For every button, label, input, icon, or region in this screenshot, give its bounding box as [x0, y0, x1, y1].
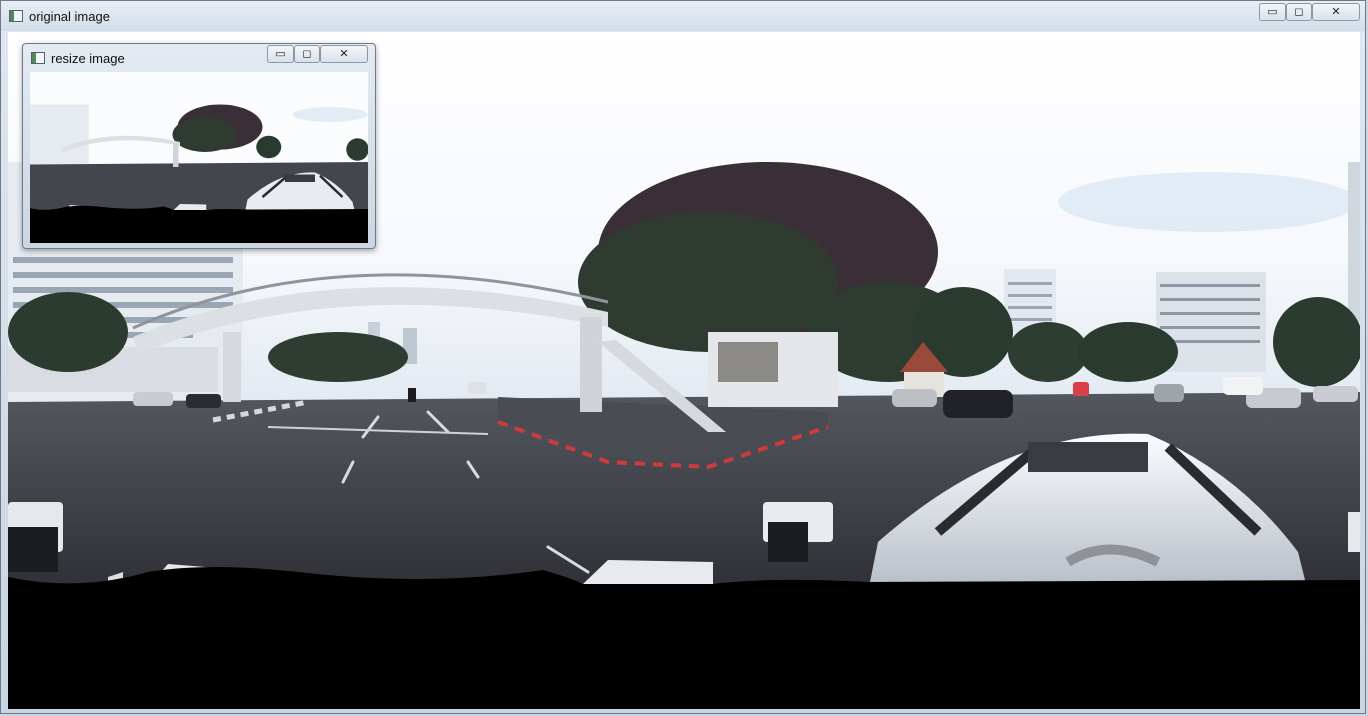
- minimize-icon: ▭: [275, 48, 286, 60]
- child-window-title: resize image: [51, 51, 125, 66]
- minimize-button[interactable]: ▭: [1259, 3, 1286, 21]
- restore-icon: ◻: [302, 48, 312, 60]
- resize-image-window: resize image ▭ ◻ ✕: [22, 43, 376, 249]
- window-app-icon: [9, 10, 23, 22]
- close-button[interactable]: ✕: [1312, 3, 1360, 21]
- child-minimize-button[interactable]: ▭: [267, 45, 294, 63]
- close-icon: ✕: [1331, 6, 1341, 18]
- title-bar[interactable]: original image ▭ ◻ ✕: [1, 1, 1365, 31]
- minimize-icon: ▭: [1267, 6, 1278, 18]
- window-title: original image: [29, 9, 110, 24]
- child-restore-button[interactable]: ◻: [294, 45, 320, 63]
- child-window-app-icon: [31, 52, 45, 64]
- panorama-street-thumbnail: [30, 72, 368, 243]
- close-icon: ✕: [339, 48, 349, 60]
- restore-icon: ◻: [1294, 6, 1304, 18]
- restore-button[interactable]: ◻: [1286, 3, 1312, 21]
- child-close-button[interactable]: ✕: [320, 45, 368, 63]
- resize-image-canvas: [30, 72, 368, 243]
